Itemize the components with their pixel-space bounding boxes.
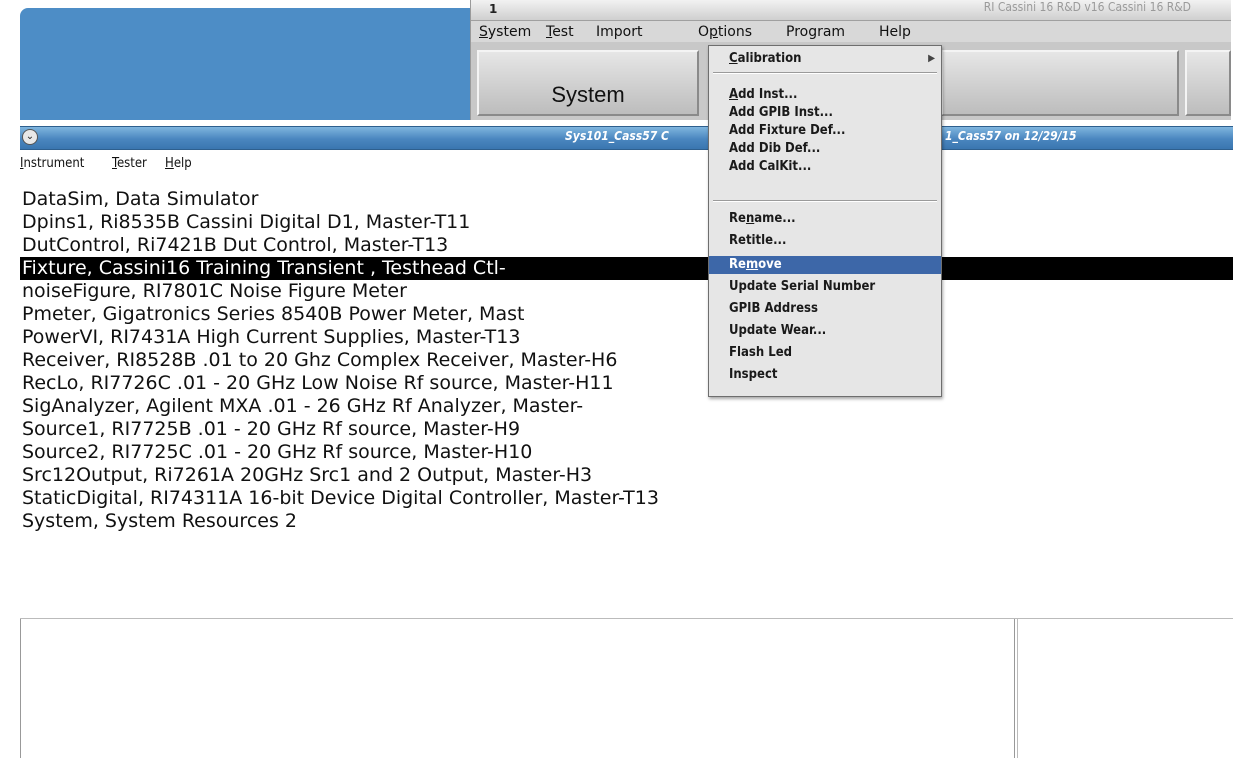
window-title-left: Sys101_Cass57 C — [565, 129, 669, 143]
menu-item-rename[interactable]: Rename... — [709, 210, 941, 228]
menu-instrument[interactable]: Instrument — [20, 156, 84, 171]
window-title-right: 1_Cass57 on 12/29/15 — [945, 129, 1077, 143]
menu-help[interactable]: Help — [879, 24, 911, 40]
detail-panel — [20, 618, 1233, 758]
menu-test[interactable]: Test — [546, 24, 574, 40]
menu-import[interactable]: Import — [596, 24, 642, 40]
instrument-row[interactable]: noiseFigure, RI7801C Noise Figure Meter — [20, 280, 1233, 303]
instrument-row[interactable]: Source2, RI7725C .01 - 20 GHz Rf source,… — [20, 441, 1233, 464]
desktop-background — [20, 8, 470, 120]
app-menubar: System Test Import Options Program Help — [471, 22, 1231, 42]
instrument-window: ⌄ Sys101_Cass57 C 1_Cass57 on 12/29/15 I… — [20, 120, 1233, 758]
menu-item-add-inst[interactable]: Add Inst... — [709, 86, 941, 104]
instrument-row[interactable]: PowerVI, RI7431A High Current Supplies, … — [20, 326, 1233, 349]
options-dropdown-menu: Calibration ▶ Add Inst... Add GPIB Inst..… — [708, 45, 942, 397]
menu-item-update-serial-number[interactable]: Update Serial Number — [709, 278, 941, 296]
menu-item-calibration[interactable]: Calibration ▶ — [709, 50, 941, 68]
menu-item-update-wear[interactable]: Update Wear... — [709, 322, 941, 340]
instrument-menubar: Instrument Tester Help — [20, 152, 1233, 174]
menu-item-add-fixture-def[interactable]: Add Fixture Def... — [709, 122, 941, 140]
app-title: RI Cassini 16 R&D v16 Cassini 16 R&D — [983, 0, 1191, 14]
submenu-arrow-icon: ▶ — [928, 53, 935, 64]
system-button-label: System — [551, 82, 625, 107]
menu-item-add-calkit[interactable]: Add CalKit... — [709, 158, 941, 176]
instrument-row[interactable]: SigAnalyzer, Agilent MXA .01 - 26 GHz Rf… — [20, 395, 1233, 418]
app-title-mark: 1 — [489, 2, 498, 16]
menu-separator — [713, 72, 937, 74]
instrument-row[interactable]: Pmeter, Gigatronics Series 8540B Power M… — [20, 303, 1233, 326]
instrument-row[interactable]: DataSim, Data Simulator — [20, 188, 1233, 211]
menu-separator — [713, 200, 937, 202]
menu-item-inspect[interactable]: Inspect — [709, 366, 941, 384]
menu-program[interactable]: Program — [786, 24, 845, 40]
side-pane[interactable] — [1017, 619, 1233, 758]
menu-item-remove[interactable]: Remove — [709, 256, 941, 274]
instrument-row[interactable]: Source1, RI7725B .01 - 20 GHz Rf source,… — [20, 418, 1233, 441]
instrument-row[interactable]: StaticDigital, RI74311A 16-bit Device Di… — [20, 487, 1233, 510]
menu-system[interactable]: System — [479, 24, 531, 40]
menu-tester[interactable]: Tester — [112, 156, 147, 171]
menu-item-retitle[interactable]: Retitle... — [709, 232, 941, 250]
menu-options[interactable]: Options — [698, 24, 752, 40]
instrument-window-title-bar: ⌄ Sys101_Cass57 C 1_Cass57 on 12/29/15 — [20, 126, 1233, 150]
menu-help-instrument[interactable]: Help — [165, 156, 192, 171]
menu-item-add-gpib-inst[interactable]: Add GPIB Inst... — [709, 104, 941, 122]
output-pane[interactable] — [20, 619, 1015, 758]
instrument-row[interactable]: Dpins1, Ri8535B Cassini Digital D1, Mast… — [20, 211, 1233, 234]
menu-item-flash-led[interactable]: Flash Led — [709, 344, 941, 362]
instrument-row[interactable]: Receiver, RI8528B .01 to 20 Ghz Complex … — [20, 349, 1233, 372]
system-button[interactable]: System — [477, 50, 699, 116]
desktop: 1 RI Cassini 16 R&D v16 Cassini 16 R&D S… — [0, 0, 1233, 758]
instrument-list: DataSim, Data Simulator Dpins1, Ri8535B … — [20, 188, 1233, 616]
toolbar-button-4[interactable] — [1185, 50, 1231, 116]
instrument-row[interactable]: System, System Resources 2 — [20, 510, 1233, 533]
instrument-row[interactable]: DutControl, Ri7421B Dut Control, Master-… — [20, 234, 1233, 257]
menu-item-add-dib-def[interactable]: Add Dib Def... — [709, 140, 941, 158]
app-title-bar: 1 RI Cassini 16 R&D v16 Cassini 16 R&D — [471, 0, 1231, 21]
collapse-icon[interactable]: ⌄ — [22, 129, 38, 145]
instrument-row[interactable]: Src12Output, Ri7261A 20GHz Src1 and 2 Ou… — [20, 464, 1233, 487]
menu-item-gpib-address[interactable]: GPIB Address — [709, 300, 941, 318]
toolbar-button-3[interactable] — [941, 50, 1179, 116]
instrument-row[interactable]: RecLo, RI7726C .01 - 20 GHz Low Noise Rf… — [20, 372, 1233, 395]
instrument-row-selected[interactable]: Fixture, Cassini16 Training Transient , … — [20, 257, 1233, 280]
